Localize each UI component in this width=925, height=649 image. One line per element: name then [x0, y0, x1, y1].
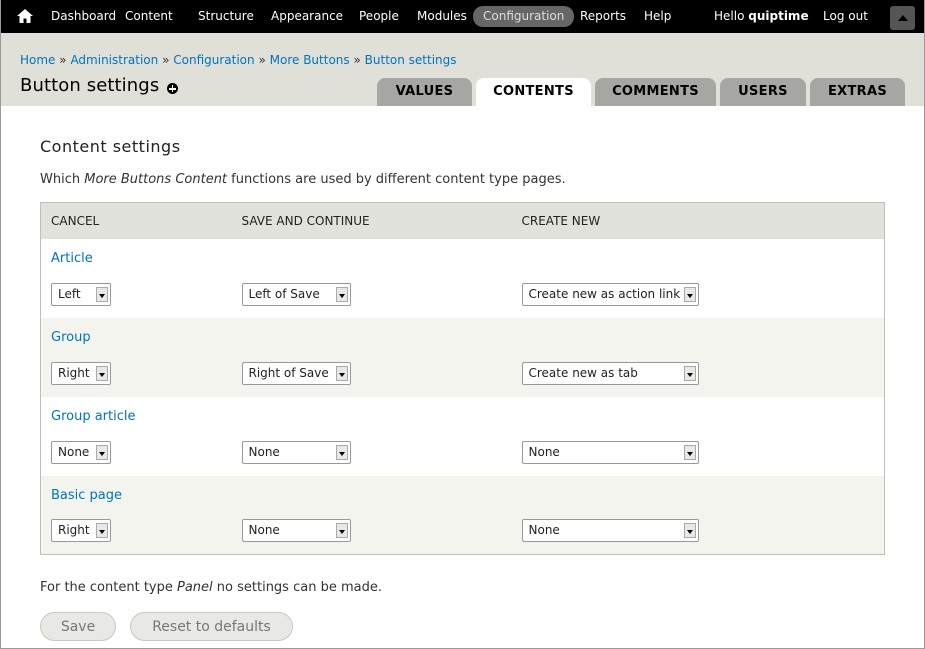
- menu-item-content[interactable]: Content: [115, 6, 183, 27]
- menu-item-structure[interactable]: Structure: [188, 6, 264, 27]
- cancel-select[interactable]: Left: [51, 282, 111, 306]
- user-greeting: Hello quiptime: [714, 6, 809, 27]
- table-row: None None None: [40, 432, 885, 476]
- select-value: Right: [58, 365, 90, 380]
- select-value: Right: [58, 523, 90, 538]
- select-value: Create new as action link: [528, 286, 681, 301]
- note-text: For the content type: [40, 580, 177, 595]
- menu-item-help[interactable]: Help: [634, 6, 681, 27]
- chevron-down-icon: [96, 286, 108, 302]
- shortcuts-toggle-button[interactable]: [890, 6, 915, 30]
- table-row: Group: [40, 317, 885, 354]
- select-value: None: [58, 444, 90, 459]
- select-value: None: [528, 523, 560, 538]
- chevron-down-icon: [96, 444, 108, 460]
- page-title: Button settings: [20, 75, 160, 96]
- create-new-select[interactable]: None: [521, 519, 699, 543]
- select-value: Right of Save: [248, 365, 329, 380]
- section-title: Content settings: [40, 137, 181, 156]
- cancel-select[interactable]: None: [51, 440, 111, 464]
- chevron-down-icon: [683, 444, 696, 460]
- menu-item-reports[interactable]: Reports: [570, 6, 636, 27]
- table-row: Left Left of Save Create new as action l…: [40, 274, 885, 318]
- save-continue-select[interactable]: None: [241, 440, 351, 464]
- table-header-row: CANCEL SAVE AND CONTINUE CREATE NEW: [40, 202, 885, 239]
- table-row: Article: [40, 238, 885, 275]
- panel-note: For the content type Panel no settings c…: [40, 580, 382, 595]
- description-text: functions are used by different content …: [227, 172, 566, 187]
- save-continue-select[interactable]: Right of Save: [241, 361, 351, 385]
- breadcrumb: Home » Administration » Configuration » …: [20, 53, 457, 67]
- chevron-down-icon: [683, 523, 696, 539]
- breadcrumb-separator: »: [258, 53, 266, 67]
- reset-defaults-button[interactable]: Reset to defaults: [130, 612, 293, 641]
- select-value: None: [248, 523, 280, 538]
- create-new-select[interactable]: Create new as tab: [521, 361, 699, 385]
- create-new-select[interactable]: Create new as action link: [521, 282, 699, 306]
- username[interactable]: quiptime: [748, 9, 808, 23]
- section-description: Which More Buttons Content functions are…: [40, 172, 566, 187]
- column-header-cancel: CANCEL: [40, 202, 232, 239]
- chevron-down-icon: [335, 444, 348, 460]
- greeting-text: Hello: [714, 9, 745, 23]
- column-header-create-new: CREATE NEW: [511, 202, 885, 239]
- chevron-down-icon: [683, 286, 696, 302]
- tab-values[interactable]: VALUES: [377, 78, 472, 106]
- menu-item-dashboard[interactable]: Dashboard: [41, 6, 126, 27]
- note-emphasis: Panel: [177, 580, 213, 595]
- home-icon[interactable]: [16, 8, 34, 24]
- column-header-save-continue: SAVE AND CONTINUE: [231, 202, 512, 239]
- content-type-link[interactable]: Article: [51, 251, 93, 266]
- description-emphasis: More Buttons Content: [84, 172, 228, 187]
- menu-item-modules[interactable]: Modules: [407, 6, 477, 27]
- save-continue-select[interactable]: None: [241, 519, 351, 543]
- note-text: no settings can be made.: [212, 580, 382, 595]
- breadcrumb-separator: »: [59, 53, 67, 67]
- tab-users[interactable]: USERS: [720, 78, 806, 106]
- menu-item-configuration[interactable]: Configuration: [473, 6, 575, 27]
- table-row: Basic page: [40, 475, 885, 512]
- page-header: Home » Administration » Configuration » …: [0, 33, 925, 106]
- cancel-select[interactable]: Right: [51, 519, 111, 543]
- table-row: Right None None: [40, 511, 885, 555]
- breadcrumb-administration[interactable]: Administration: [70, 53, 158, 67]
- breadcrumb-button-settings[interactable]: Button settings: [365, 53, 457, 67]
- content-type-link[interactable]: Group: [51, 330, 91, 345]
- table-row: Right Right of Save Create new as tab: [40, 353, 885, 397]
- menu-item-people[interactable]: People: [349, 6, 409, 27]
- logout-link[interactable]: Log out: [823, 6, 868, 27]
- save-continue-select[interactable]: Left of Save: [241, 282, 351, 306]
- tab-comments[interactable]: COMMENTS: [595, 78, 716, 106]
- save-button[interactable]: Save: [40, 612, 116, 641]
- admin-toolbar: Dashboard Content Structure Appearance P…: [0, 0, 925, 33]
- create-new-select[interactable]: None: [521, 440, 699, 464]
- breadcrumb-separator: »: [162, 53, 170, 67]
- select-value: Create new as tab: [528, 365, 638, 380]
- select-value: None: [528, 444, 560, 459]
- tab-contents[interactable]: CONTENTS: [476, 78, 591, 106]
- content-settings-table: CANCEL SAVE AND CONTINUE CREATE NEW Arti…: [40, 202, 885, 555]
- cancel-select[interactable]: Right: [51, 361, 111, 385]
- content-type-link[interactable]: Basic page: [51, 488, 122, 503]
- chevron-down-icon: [96, 523, 108, 539]
- menu-item-appearance[interactable]: Appearance: [261, 6, 353, 27]
- chevron-down-icon: [683, 365, 696, 381]
- breadcrumb-configuration[interactable]: Configuration: [173, 53, 254, 67]
- chevron-down-icon: [335, 523, 348, 539]
- chevron-down-icon: [335, 286, 348, 302]
- tab-extras[interactable]: EXTRAS: [810, 78, 905, 106]
- breadcrumb-home[interactable]: Home: [20, 53, 55, 67]
- breadcrumb-more-buttons[interactable]: More Buttons: [270, 53, 350, 67]
- description-text: Which: [40, 172, 85, 187]
- content-type-link[interactable]: Group article: [51, 409, 136, 424]
- breadcrumb-separator: »: [353, 53, 361, 67]
- chevron-down-icon: [96, 365, 108, 381]
- chevron-down-icon: [335, 365, 348, 381]
- add-shortcut-icon[interactable]: [167, 83, 178, 94]
- select-value: None: [248, 444, 280, 459]
- select-value: Left of Save: [248, 286, 320, 301]
- select-value: Left: [58, 286, 81, 301]
- table-row: Group article: [40, 396, 885, 433]
- triangle-up-icon: [898, 15, 908, 21]
